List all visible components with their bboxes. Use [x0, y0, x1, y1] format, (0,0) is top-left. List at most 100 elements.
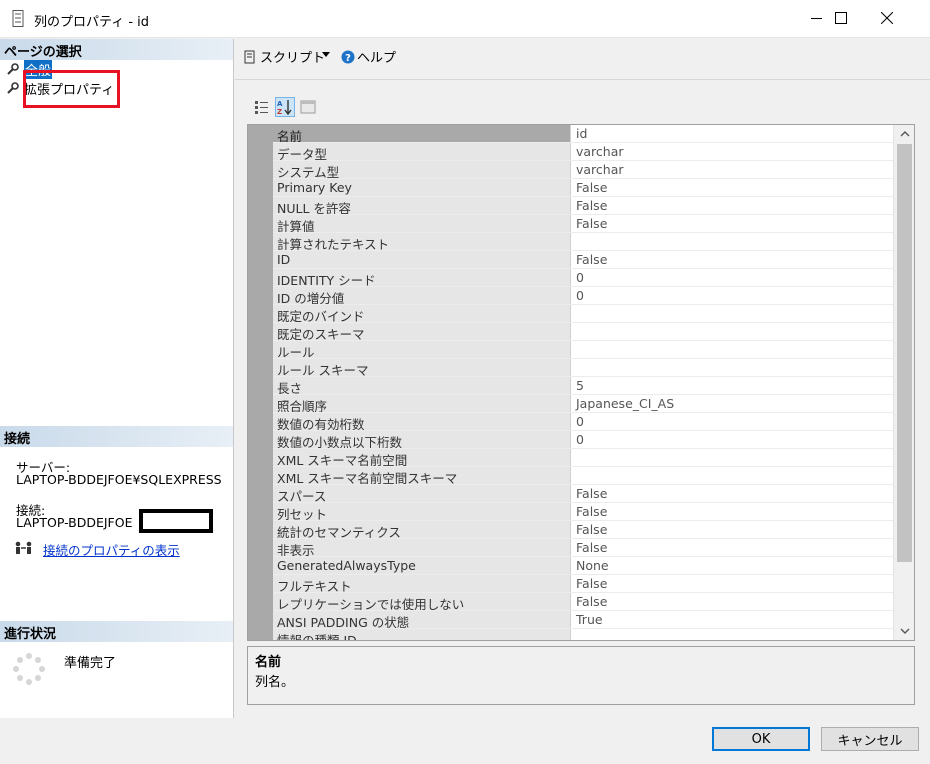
cancel-button[interactable]: キャンセル [821, 727, 919, 751]
property-name: 名前 [273, 125, 571, 142]
property-value[interactable]: varchar [572, 143, 894, 160]
property-value[interactable]: 0 [572, 269, 894, 286]
property-value[interactable]: False [572, 575, 894, 592]
property-row[interactable]: ID の増分値 0 [273, 287, 894, 305]
scroll-up-button[interactable] [894, 125, 914, 143]
page-selection-header: ページの選択 [0, 39, 233, 60]
property-row[interactable]: 計算されたテキスト [273, 233, 894, 251]
property-row[interactable]: 情報の種類 ID [273, 629, 894, 640]
property-name: システム型 [273, 161, 571, 178]
sort-alphabetical-icon: A Z [277, 100, 292, 115]
property-value[interactable] [572, 323, 894, 340]
property-row[interactable]: 照合順序 Japanese_CI_AS [273, 395, 894, 413]
property-name: XML スキーマ名前空間 [273, 449, 571, 466]
script-dropdown[interactable] [321, 49, 331, 59]
property-pages-button[interactable] [298, 97, 318, 117]
property-name: 数値の有効桁数 [273, 413, 571, 430]
property-value[interactable]: False [572, 215, 894, 232]
property-value[interactable]: 5 [572, 377, 894, 394]
help-label: ヘルプ [357, 51, 397, 66]
property-row[interactable]: 既定のバインド [273, 305, 894, 323]
property-value[interactable]: True [572, 611, 894, 628]
property-value[interactable]: Japanese_CI_AS [572, 395, 894, 412]
property-row[interactable]: NULL を許容 False [273, 197, 894, 215]
property-name: 列セット [273, 503, 571, 520]
property-name: NULL を許容 [273, 197, 571, 214]
property-row[interactable]: 非表示 False [273, 539, 894, 557]
property-row[interactable]: ルール [273, 341, 894, 359]
property-name: 長さ [273, 377, 571, 394]
property-pages-icon [300, 100, 316, 114]
property-row[interactable]: ID False [273, 251, 894, 269]
scrollbar-thumb[interactable] [897, 144, 912, 562]
property-row[interactable]: 列セット False [273, 503, 894, 521]
property-value[interactable] [572, 449, 894, 466]
property-name: 非表示 [273, 539, 571, 556]
property-row[interactable]: フルテキスト False [273, 575, 894, 593]
property-row[interactable]: 既定のスキーマ [273, 323, 894, 341]
description-title: 名前 [255, 655, 282, 670]
property-value[interactable]: False [572, 521, 894, 538]
property-row[interactable]: レプリケーションでは使用しない False [273, 593, 894, 611]
property-row[interactable]: データ型 varchar [273, 143, 894, 161]
view-connection-properties-link[interactable]: 接続のプロパティの表示 [43, 540, 180, 559]
property-value[interactable] [572, 233, 894, 250]
property-value[interactable] [572, 305, 894, 322]
close-button[interactable] [864, 0, 910, 36]
property-value[interactable]: False [572, 251, 894, 268]
property-grid-margin [248, 125, 273, 640]
property-value[interactable]: varchar [572, 161, 894, 178]
property-value[interactable] [572, 359, 894, 376]
property-row[interactable]: XML スキーマ名前空間 [273, 449, 894, 467]
property-value[interactable] [572, 341, 894, 358]
property-value[interactable]: False [572, 197, 894, 214]
categorized-icon [255, 101, 268, 114]
property-value[interactable]: 0 [572, 413, 894, 430]
property-value[interactable]: False [572, 503, 894, 520]
property-value[interactable]: id [572, 125, 894, 142]
vertical-scrollbar[interactable] [893, 125, 914, 640]
property-row[interactable]: 名前 id [273, 125, 894, 143]
property-value[interactable]: False [572, 593, 894, 610]
property-value[interactable]: False [572, 539, 894, 556]
property-grid[interactable]: 名前 id データ型 varchar システム型 varchar Primary Key Fa… [247, 124, 915, 641]
property-value[interactable]: None [572, 557, 894, 574]
description-text: 列名。 [255, 675, 295, 690]
property-row[interactable]: Primary Key False [273, 179, 894, 197]
chevron-down-icon [900, 628, 909, 634]
maximize-button[interactable] [818, 0, 864, 36]
property-value[interactable] [572, 629, 894, 640]
property-row[interactable]: GeneratedAlwaysType None [273, 557, 894, 575]
description-pane: 名前 列名。 [247, 646, 915, 705]
property-row[interactable]: 数値の小数点以下桁数 0 [273, 431, 894, 449]
progress-header: 進行状況 [0, 621, 233, 642]
property-row[interactable]: ルール スキーマ [273, 359, 894, 377]
property-value[interactable] [572, 467, 894, 484]
property-name: XML スキーマ名前空間スキーマ [273, 467, 571, 484]
property-rows: 名前 id データ型 varchar システム型 varchar Primary Key Fa… [273, 125, 894, 640]
property-value[interactable]: False [572, 485, 894, 502]
property-value[interactable]: 0 [572, 287, 894, 304]
svg-text:Z: Z [277, 108, 282, 115]
property-row[interactable]: XML スキーマ名前空間スキーマ [273, 467, 894, 485]
help-button[interactable]: ? ヘルプ [341, 47, 396, 66]
property-value[interactable]: 0 [572, 431, 894, 448]
property-row[interactable]: IDENTITY シード 0 [273, 269, 894, 287]
script-button[interactable]: スクリプト [243, 47, 325, 66]
categorized-button[interactable] [252, 97, 272, 117]
script-icon [244, 50, 255, 63]
property-row[interactable]: システム型 varchar [273, 161, 894, 179]
alphabetical-button[interactable]: A Z [275, 97, 295, 117]
scroll-down-button[interactable] [894, 622, 914, 640]
close-icon [881, 12, 893, 24]
left-pane [0, 39, 234, 718]
property-row[interactable]: 数値の有効桁数 0 [273, 413, 894, 431]
property-row[interactable]: 統計のセマンティクス False [273, 521, 894, 539]
property-name: ANSI PADDING の状態 [273, 611, 571, 628]
property-row[interactable]: 計算値 False [273, 215, 894, 233]
property-row[interactable]: スパース False [273, 485, 894, 503]
property-value[interactable]: False [572, 179, 894, 196]
property-row[interactable]: ANSI PADDING の状態 True [273, 611, 894, 629]
ok-button[interactable]: OK [712, 727, 810, 751]
property-row[interactable]: 長さ 5 [273, 377, 894, 395]
